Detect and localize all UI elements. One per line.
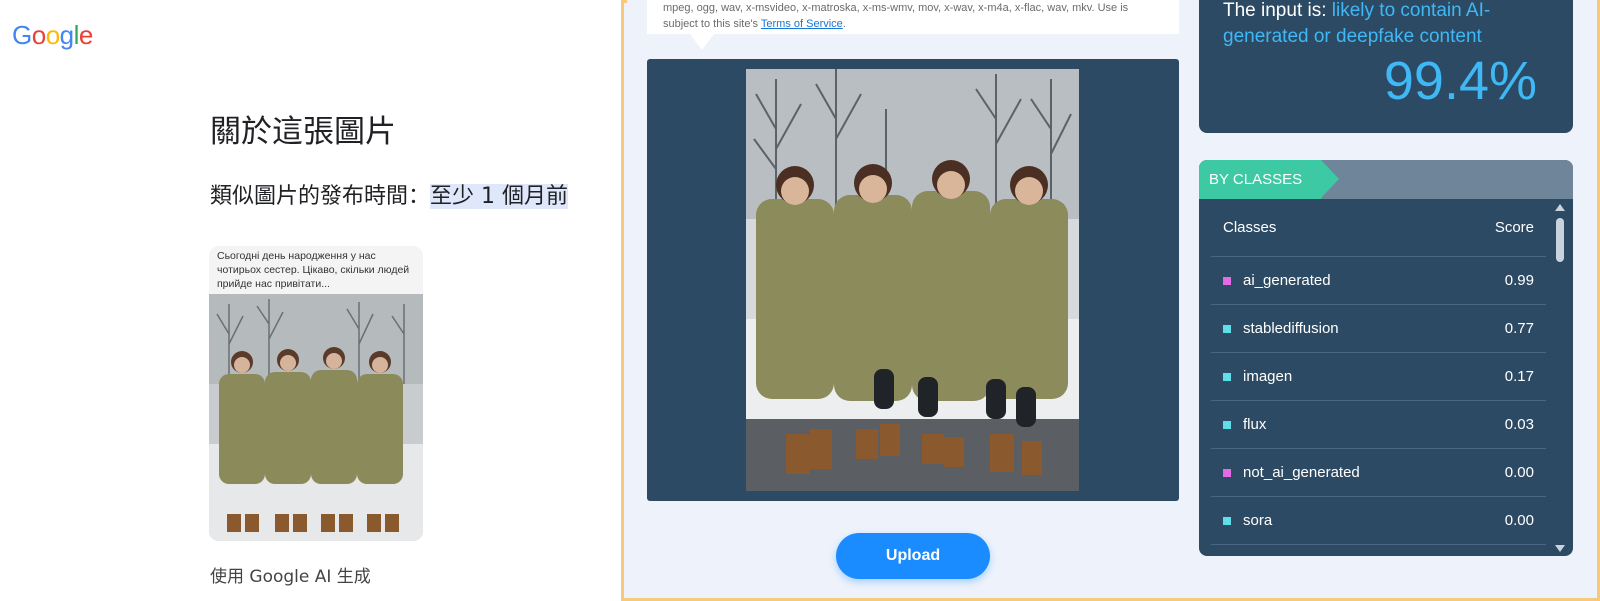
about-image-title: 關於這張圖片 [210, 114, 396, 150]
terms-of-service-link[interactable]: Terms of Service [761, 18, 843, 30]
supported-formats-info: mpeg, ogg, wav, x-msvideo, x-matroska, x… [647, 0, 1179, 34]
classes-table: Classes Score ai_generated 0.99 stablediff… [1211, 199, 1546, 545]
published-label: 類似圖片的發布時間： [210, 184, 431, 209]
scroll-down-icon[interactable] [1555, 545, 1565, 552]
classes-scrollbar[interactable] [1555, 204, 1565, 552]
result-percentage: 99.4% [1383, 51, 1537, 111]
class-name: sora [1243, 512, 1273, 529]
upload-button[interactable]: Upload [836, 533, 990, 579]
class-name: stablediffusion [1243, 320, 1339, 337]
tooltip-notch [690, 34, 714, 50]
class-score: 0.17 [1504, 368, 1534, 385]
class-score: 0.00 [1504, 464, 1534, 481]
class-name-cell: stablediffusion [1223, 320, 1505, 337]
class-name-cell: imagen [1223, 368, 1505, 385]
ai-generated-note: 使用 Google AI 生成 [210, 567, 371, 587]
published-value: 至少 1 個月前 [430, 184, 568, 209]
class-name-cell: not_ai_generated [1223, 464, 1505, 481]
uploaded-image [746, 69, 1079, 491]
class-color-swatch [1223, 324, 1231, 333]
scroll-up-icon[interactable] [1555, 204, 1565, 211]
class-name-cell: ai_generated [1223, 272, 1505, 289]
by-classes-card: BY CLASSES Classes Score ai_generated 0.9… [1199, 160, 1573, 556]
google-about-panel: Google 關於這張圖片 類似圖片的發布時間：至少 1 個月前 Сьогодн… [0, 0, 624, 601]
formats-text: mpeg, ogg, wav, x-msvideo, x-matroska, x… [663, 2, 1129, 30]
class-color-swatch [1223, 276, 1231, 285]
result-prefix: The input is: [1223, 0, 1327, 21]
class-name-cell: sora [1223, 512, 1505, 529]
col-classes: Classes [1223, 219, 1277, 236]
scrollbar-thumb[interactable] [1556, 218, 1564, 262]
detection-result-card: The input is: likely to contain AI-gener… [1199, 0, 1573, 133]
class-name: not_ai_generated [1243, 464, 1360, 481]
class-color-swatch [1223, 372, 1231, 381]
related-image-thumbnail[interactable]: Сьогодні день народження у нас чотирьох … [209, 246, 423, 541]
thumbnail-caption: Сьогодні день народження у нас чотирьох … [209, 246, 423, 294]
table-row: imagen 0.17 [1211, 353, 1546, 401]
result-text: The input is: likely to contain AI-gener… [1223, 0, 1549, 50]
published-info: 類似圖片的發布時間：至少 1 個月前 [210, 178, 568, 210]
class-score: 0.03 [1504, 416, 1534, 433]
class-score: 0.00 [1504, 512, 1534, 529]
table-row: ai_generated 0.99 [1211, 257, 1546, 305]
class-name: ai_generated [1243, 272, 1331, 289]
table-row: stablediffusion 0.77 [1211, 305, 1546, 353]
thumbnail-photo [209, 294, 423, 541]
class-color-swatch [1223, 468, 1231, 477]
class-score: 0.77 [1504, 320, 1534, 337]
table-row: sora 0.00 [1211, 497, 1546, 545]
class-name: flux [1243, 416, 1267, 433]
table-row: not_ai_generated 0.00 [1211, 449, 1546, 497]
class-color-swatch [1223, 516, 1231, 525]
terms-suffix: . [842, 18, 846, 30]
class-color-swatch [1223, 420, 1231, 429]
by-classes-tag: BY CLASSES [1199, 160, 1339, 199]
table-header: Classes Score [1211, 199, 1546, 257]
table-row: flux 0.03 [1211, 401, 1546, 449]
class-score: 0.99 [1504, 272, 1534, 289]
class-name: imagen [1243, 368, 1293, 385]
class-name-cell: flux [1223, 416, 1505, 433]
col-score: Score [1494, 219, 1534, 236]
by-classes-header: BY CLASSES [1199, 160, 1573, 199]
google-logo[interactable]: Google [12, 20, 93, 51]
